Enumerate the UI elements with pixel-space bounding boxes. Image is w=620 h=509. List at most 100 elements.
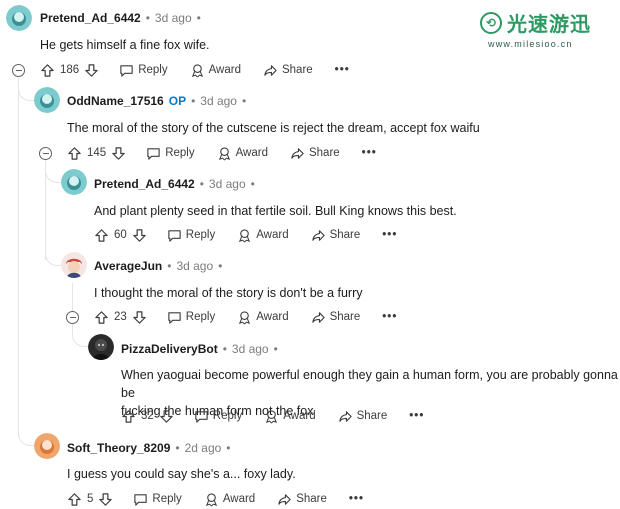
comment-meta: PizzaDeliveryBot • 3d ago • [121, 342, 278, 356]
collapse-button[interactable] [39, 147, 52, 160]
author-name[interactable]: AverageJun [94, 259, 162, 273]
award-label: Award [208, 64, 241, 76]
more-options-button[interactable]: ••• [349, 493, 364, 505]
collapse-button[interactable] [12, 64, 25, 77]
downvote-icon[interactable] [98, 492, 113, 507]
vote-count: 60 [114, 229, 127, 241]
upvote-icon[interactable] [121, 409, 136, 424]
award-label: Award [256, 311, 289, 323]
reply-button[interactable]: Reply [119, 63, 168, 78]
award-button[interactable]: Award [237, 310, 289, 325]
share-icon [291, 147, 304, 159]
comment-body: I thought the moral of the story is don'… [94, 286, 363, 300]
award-icon [191, 63, 203, 77]
timestamp: 3d ago [154, 11, 192, 25]
award-icon [266, 409, 278, 423]
watermark-logo: ⟲ 光速游迅 www.milesioo.cn [480, 8, 605, 50]
reply-label: Reply [152, 493, 182, 505]
share-button[interactable]: Share [311, 310, 360, 325]
comment-meta: Pretend_Ad_6442 • 3d ago • [94, 177, 255, 191]
reply-icon [168, 229, 181, 242]
downvote-icon[interactable] [111, 146, 126, 161]
reply-button[interactable]: Reply [194, 409, 242, 424]
upvote-icon[interactable] [40, 63, 55, 78]
upvote-icon[interactable] [94, 310, 109, 325]
share-label: Share [308, 147, 340, 159]
thread-elbow [45, 240, 62, 266]
author-name[interactable]: Soft_Theory_8209 [67, 441, 170, 455]
share-button[interactable]: Share [338, 409, 388, 424]
downvote-icon[interactable] [132, 228, 147, 243]
comment-body-line: When yaoguai become powerful enough they… [121, 368, 618, 400]
logo-mark-icon: ⟲ [480, 11, 502, 34]
share-label: Share [329, 229, 361, 241]
avatar[interactable] [61, 252, 87, 278]
author-name[interactable]: OddName_17516 [67, 94, 164, 108]
reply-label: Reply [185, 311, 216, 323]
downvote-icon[interactable] [159, 409, 174, 424]
reply-label: Reply [185, 229, 216, 241]
thread-elbow [18, 420, 35, 446]
timestamp: 2d ago [184, 441, 222, 455]
comment-meta: AverageJun • 3d ago • [94, 259, 223, 273]
award-button[interactable]: Award [217, 146, 268, 161]
author-name[interactable]: PizzaDeliveryBot [121, 342, 218, 356]
reply-button[interactable]: Reply [133, 492, 182, 507]
comment-actions: 23 Reply Award Share ••• [94, 307, 397, 327]
vote-group: 186 [40, 63, 99, 78]
timestamp: 3d ago [208, 177, 246, 191]
reply-button[interactable]: Reply [167, 310, 215, 325]
comment-actions: 5 Reply Award Share ••• [67, 489, 364, 509]
author-name[interactable]: Pretend_Ad_6442 [94, 177, 195, 191]
share-icon [338, 410, 352, 422]
share-icon [311, 311, 325, 323]
reply-button[interactable]: Reply [167, 228, 215, 243]
award-button[interactable]: Award [264, 409, 316, 424]
share-icon [264, 64, 277, 76]
share-button[interactable]: Share [263, 63, 313, 78]
share-label: Share [356, 410, 388, 422]
more-options-button[interactable]: ••• [382, 229, 397, 241]
logo-url-text: www.milesioo.cn [488, 39, 573, 49]
vote-group: 5 [67, 492, 113, 507]
award-icon [205, 492, 217, 506]
avatar[interactable] [34, 87, 60, 113]
more-options-button[interactable]: ••• [409, 410, 424, 422]
upvote-icon[interactable] [67, 492, 82, 507]
avatar[interactable] [6, 5, 32, 31]
vote-count: 5 [87, 493, 94, 505]
downvote-icon[interactable] [84, 63, 99, 78]
timestamp: 3d ago [200, 94, 237, 108]
comment-body: And plant plenty seed in that fertile so… [94, 204, 457, 218]
award-label: Award [222, 493, 256, 505]
share-button[interactable]: Share [277, 492, 327, 507]
award-button[interactable]: Award [204, 492, 255, 507]
comment-actions: 60 Reply Award Share ••• [94, 225, 397, 245]
more-options-button[interactable]: ••• [335, 64, 350, 76]
award-icon [218, 146, 230, 160]
award-label: Award [283, 410, 316, 422]
avatar[interactable] [88, 334, 114, 360]
vote-group: 32 [121, 409, 174, 424]
reply-button[interactable]: Reply [146, 146, 195, 161]
vote-count: 32 [141, 410, 154, 422]
avatar[interactable] [61, 169, 87, 195]
share-label: Share [281, 64, 313, 76]
upvote-icon[interactable] [67, 146, 82, 161]
reply-icon [195, 410, 208, 423]
more-options-button[interactable]: ••• [362, 147, 377, 159]
vote-count: 186 [60, 64, 80, 76]
timestamp: 3d ago [176, 259, 214, 273]
upvote-icon[interactable] [94, 228, 109, 243]
award-button[interactable]: Award [237, 228, 289, 243]
share-button[interactable]: Share [311, 228, 361, 243]
downvote-icon[interactable] [132, 310, 147, 325]
author-name[interactable]: Pretend_Ad_6442 [40, 11, 141, 25]
vote-group: 145 [67, 146, 126, 161]
avatar[interactable] [34, 433, 60, 459]
award-button[interactable]: Award [190, 63, 241, 78]
more-options-button[interactable]: ••• [382, 311, 397, 323]
collapse-button[interactable] [66, 311, 79, 324]
share-button[interactable]: Share [290, 146, 340, 161]
vote-count: 23 [114, 311, 127, 323]
